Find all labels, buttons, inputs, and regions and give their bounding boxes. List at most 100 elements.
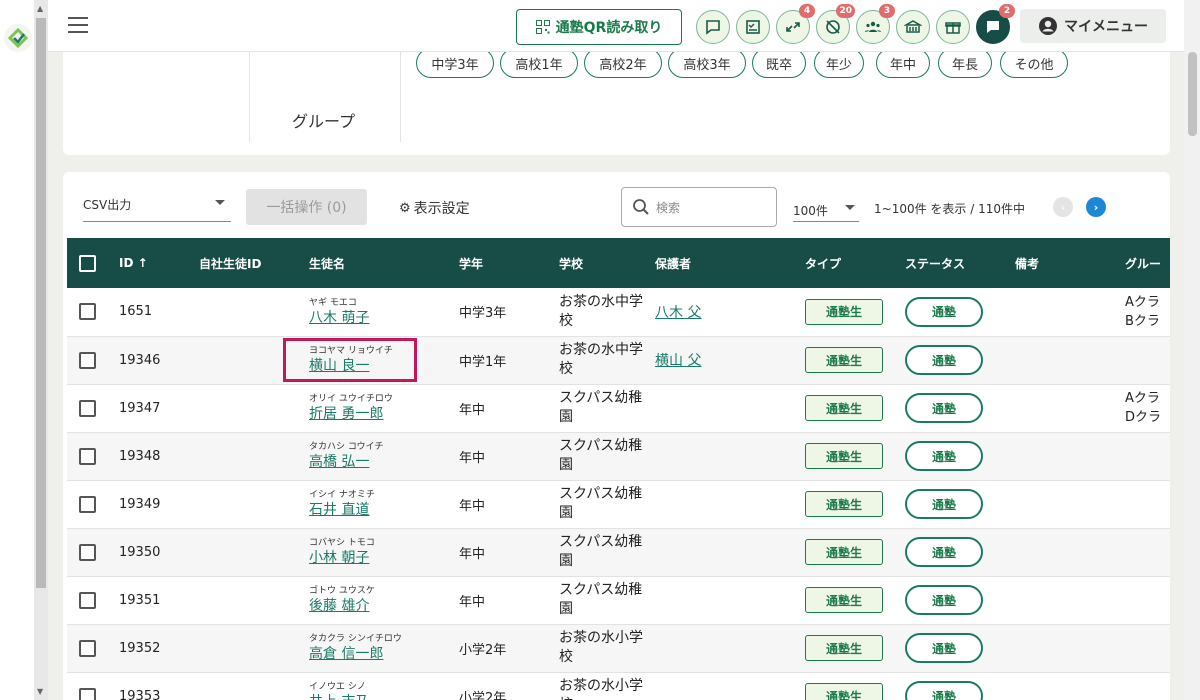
table-row[interactable]: 19353イノウエ シノ井上 志乃小学2年お茶の水小学校通塾生通塾 bbox=[67, 672, 1170, 700]
student-name-link[interactable]: 井上 志乃 bbox=[309, 693, 369, 700]
header-id[interactable]: ID ↑ bbox=[119, 238, 199, 288]
type-cell: 通塾生 bbox=[805, 288, 905, 337]
chat-bubble-button[interactable] bbox=[696, 10, 730, 44]
student-name-link[interactable]: 石井 直道 bbox=[309, 501, 369, 519]
message-button[interactable]: 2 bbox=[976, 4, 1015, 44]
row-checkbox[interactable] bbox=[79, 495, 96, 513]
table-row[interactable]: 19347 オリイ ユウイチロウ 折居 勇一郎 年中 スクパス幼稚園 通塾生 通塾 Aクラ Dク… bbox=[67, 384, 1170, 433]
row-checkbox[interactable] bbox=[79, 447, 96, 465]
table-row[interactable]: 19351 ゴトウ ユウスケ 後藤 雄介 年中 スクパス幼稚園 通塾生 通塾 bbox=[67, 576, 1170, 625]
per-page-select[interactable]: 100件 bbox=[793, 198, 859, 222]
display-settings-button[interactable]: ⚙ 表示設定 bbox=[399, 198, 470, 218]
no-access-button[interactable]: 20 bbox=[816, 4, 855, 44]
student-name-link[interactable]: 折居 勇一郎 bbox=[309, 405, 383, 423]
row-checkbox[interactable] bbox=[79, 351, 96, 369]
scrollbar-thumb[interactable] bbox=[36, 18, 46, 588]
table-row[interactable]: 19349 イシイ ナオミチ 石井 直道 年中 スクパス幼稚園 通塾生 通塾 bbox=[67, 480, 1170, 529]
bulk-action-button[interactable]: 一括操作 (0) bbox=[246, 189, 367, 225]
table-row[interactable]: 19348 タカハシ コウイチ 高橋 弘一 年中 スクパス幼稚園 通塾生 通塾 bbox=[67, 432, 1170, 481]
student-name-link[interactable]: 後藤 雄介 bbox=[309, 597, 369, 615]
group-cell bbox=[1125, 672, 1170, 700]
page-scrollbar-thumb[interactable] bbox=[1188, 52, 1197, 136]
status-button[interactable]: 通塾 bbox=[905, 537, 983, 567]
status-button[interactable]: 通塾 bbox=[905, 296, 983, 327]
grade-chip[interactable]: 中学3年 bbox=[416, 48, 494, 78]
guardian-cell bbox=[655, 528, 805, 577]
group-button[interactable]: 3 bbox=[856, 4, 895, 44]
student-name-link[interactable]: 八木 萌子 bbox=[309, 309, 369, 327]
student-id: 19349 bbox=[119, 480, 199, 529]
table-row[interactable]: 19346 ヨコヤマ リョウイチ 横山 良一 中学1年 お茶の水中学校 横山 父通塾生 通塾 bbox=[67, 336, 1170, 385]
grade-chip[interactable]: 年長 bbox=[938, 48, 992, 78]
type-cell: 通塾生 bbox=[805, 336, 905, 385]
csv-export-select[interactable]: CSV出力 bbox=[83, 192, 231, 222]
type-button[interactable]: 通塾生 bbox=[805, 635, 883, 661]
row-checkbox[interactable] bbox=[79, 303, 96, 321]
student-name-cell: イノウエ シノ井上 志乃 bbox=[309, 672, 459, 700]
type-button[interactable]: 通塾生 bbox=[805, 347, 883, 373]
company-student-id bbox=[199, 528, 309, 577]
grade-chip[interactable]: 高校1年 bbox=[500, 48, 578, 78]
scroll-down-icon[interactable]: ▼ bbox=[37, 687, 43, 696]
grade-chip[interactable]: 高校2年 bbox=[584, 48, 662, 78]
scroll-up-icon[interactable]: ▲ bbox=[37, 4, 43, 13]
school-building-button[interactable] bbox=[896, 10, 930, 44]
app-logo-icon[interactable] bbox=[4, 24, 32, 52]
page-scrollbar[interactable] bbox=[1184, 0, 1200, 700]
grade-chip[interactable]: 年中 bbox=[876, 48, 930, 78]
status-button[interactable]: 通塾 bbox=[905, 585, 983, 615]
student-name-link[interactable]: 高倉 信一郎 bbox=[309, 645, 383, 663]
left-scrollbar[interactable]: ▲ ▼ bbox=[34, 0, 48, 700]
message-icon bbox=[987, 21, 999, 33]
guardian-link[interactable]: 横山 父 bbox=[655, 353, 701, 369]
my-menu-button[interactable]: マイメニュー bbox=[1020, 9, 1166, 43]
type-button[interactable]: 通塾生 bbox=[805, 587, 883, 613]
table-row[interactable]: 1651 ヤギ モエコ 八木 萌子 中学3年 お茶の水中学校 八木 父通塾生 通塾 Aクラ Bク… bbox=[67, 288, 1170, 337]
row-checkbox[interactable] bbox=[79, 399, 96, 417]
grade-chip[interactable]: 年少 bbox=[814, 48, 864, 78]
type-button[interactable]: 通塾生 bbox=[805, 491, 883, 517]
grade-chip[interactable]: 既卒 bbox=[752, 48, 806, 78]
search-input[interactable]: 検索 bbox=[621, 187, 777, 227]
grade-chip[interactable]: 高校3年 bbox=[668, 48, 746, 78]
school-name: スクパス幼稚園 bbox=[559, 438, 643, 473]
type-button[interactable]: 通塾生 bbox=[805, 539, 883, 565]
type-button[interactable]: 通塾生 bbox=[805, 443, 883, 469]
status-cell: 通塾 bbox=[905, 480, 1015, 529]
group-cell bbox=[1125, 528, 1170, 577]
gift-button[interactable] bbox=[936, 10, 970, 44]
row-checkbox[interactable] bbox=[79, 639, 96, 657]
group-name: Bクラ bbox=[1125, 313, 1160, 329]
status-button[interactable]: 通塾 bbox=[905, 345, 983, 375]
transfer-button[interactable]: 4 bbox=[776, 4, 815, 44]
select-all-checkbox[interactable] bbox=[79, 254, 96, 272]
status-button[interactable]: 通塾 bbox=[905, 489, 983, 519]
qr-scan-button[interactable]: 通塾QR読み取り bbox=[516, 9, 682, 45]
prev-page-button[interactable]: ‹ bbox=[1053, 197, 1073, 217]
student-kana: ヤギ モエコ bbox=[309, 297, 357, 308]
next-page-button[interactable]: › bbox=[1086, 197, 1106, 217]
status-button[interactable]: 通塾 bbox=[905, 441, 983, 471]
table-row[interactable]: 19350 コバヤシ トモコ 小林 朝子 年中 スクパス幼稚園 通塾生 通塾 bbox=[67, 528, 1170, 577]
student-id: 19350 bbox=[119, 528, 199, 577]
status-cell: 通塾 bbox=[905, 624, 1015, 673]
status-button[interactable]: 通塾 bbox=[905, 633, 983, 663]
table-row[interactable]: 19352 タカクラ シンイチロウ 高倉 信一郎 小学2年 お茶の水小学校 通塾生 通塾 bbox=[67, 624, 1170, 673]
school-cell: スクパス幼稚園 bbox=[559, 528, 655, 577]
type-button[interactable]: 通塾生 bbox=[805, 298, 883, 325]
row-checkbox[interactable] bbox=[79, 687, 96, 700]
hamburger-menu-icon[interactable] bbox=[68, 17, 88, 33]
note-cell bbox=[1015, 384, 1125, 433]
row-checkbox[interactable] bbox=[79, 543, 96, 561]
grade-chip[interactable]: その他 bbox=[1000, 48, 1068, 78]
guardian-link[interactable]: 八木 父 bbox=[655, 305, 701, 321]
status-button[interactable]: 通塾 bbox=[905, 681, 983, 700]
student-name-link[interactable]: 小林 朝子 bbox=[309, 549, 369, 567]
divider bbox=[249, 50, 250, 142]
student-name-link[interactable]: 高橋 弘一 bbox=[309, 453, 369, 471]
type-button[interactable]: 通塾生 bbox=[805, 683, 883, 700]
status-button[interactable]: 通塾 bbox=[905, 393, 983, 423]
type-button[interactable]: 通塾生 bbox=[805, 395, 883, 421]
checklist-button[interactable] bbox=[736, 10, 770, 44]
row-checkbox[interactable] bbox=[79, 591, 96, 609]
